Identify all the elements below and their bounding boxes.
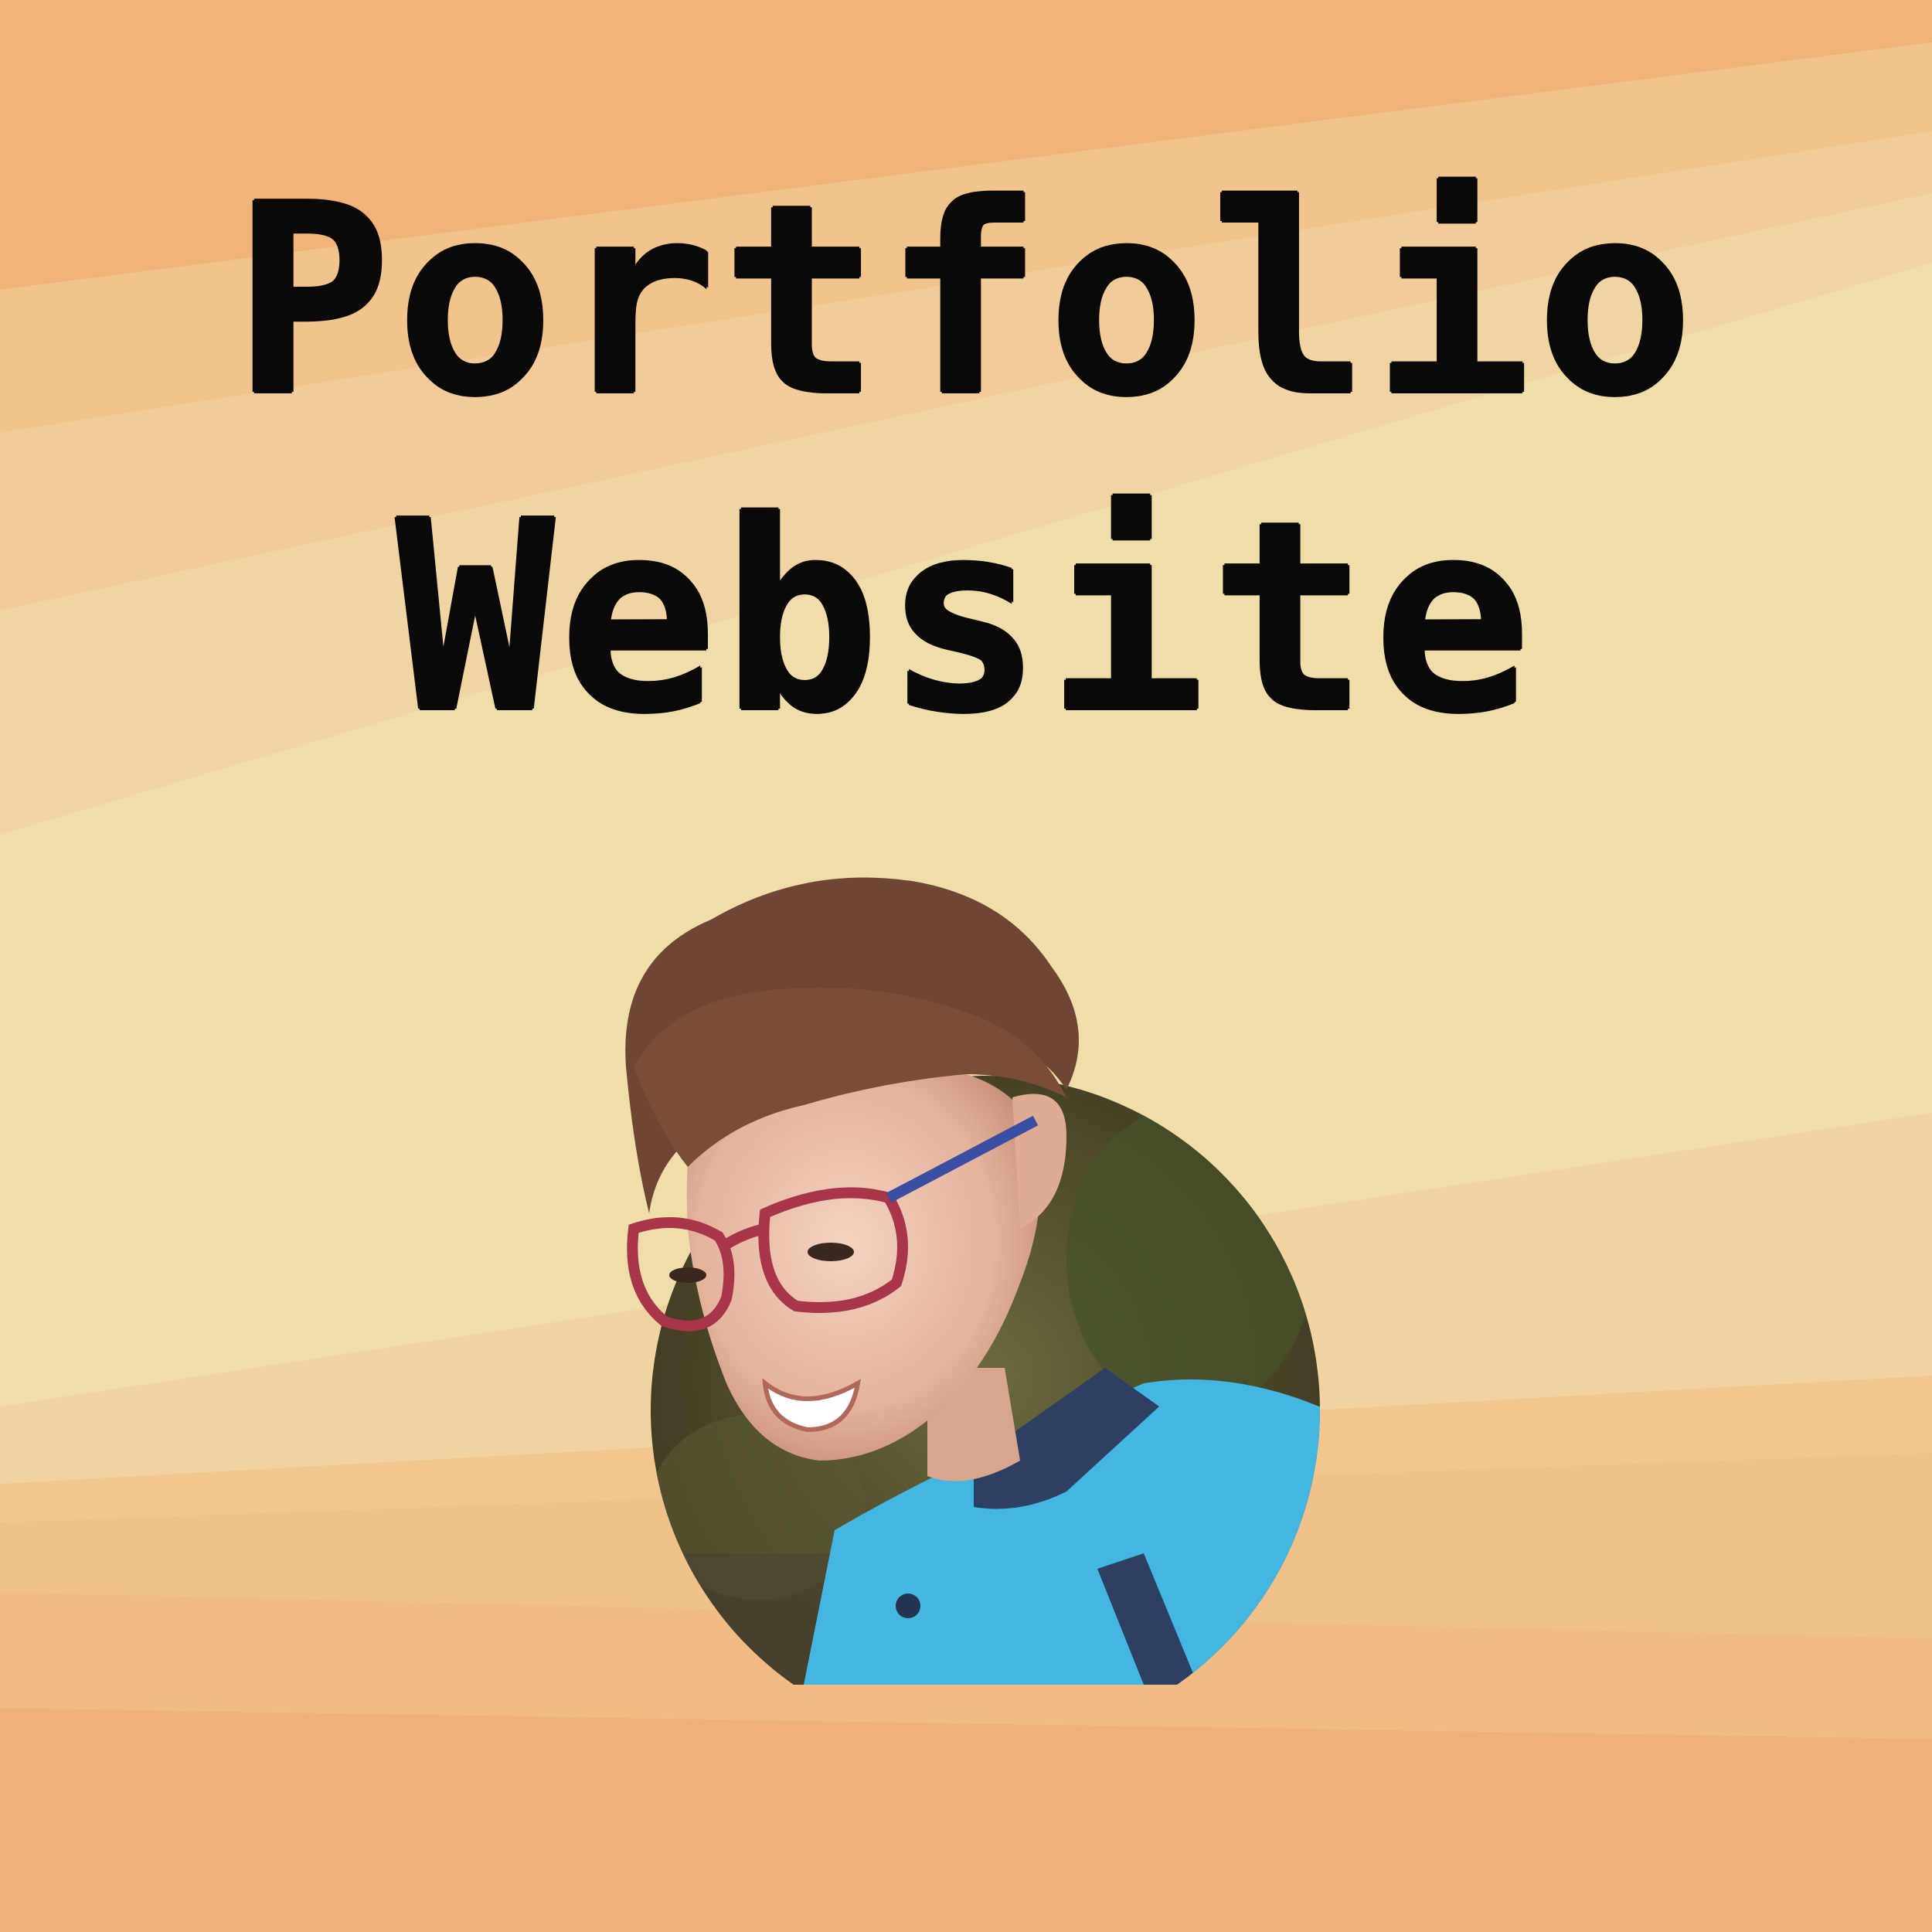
cover-canvas: Portfolio Website <box>0 0 1932 1932</box>
page-title: Portfolio Website <box>0 143 1932 777</box>
title-line-1: Portfolio <box>233 148 1699 454</box>
person-photo-icon <box>625 877 1320 1685</box>
title-line-2: Website <box>396 465 1536 771</box>
jacket-button <box>896 1594 920 1618</box>
bottom-band-5 <box>0 1708 1932 1932</box>
